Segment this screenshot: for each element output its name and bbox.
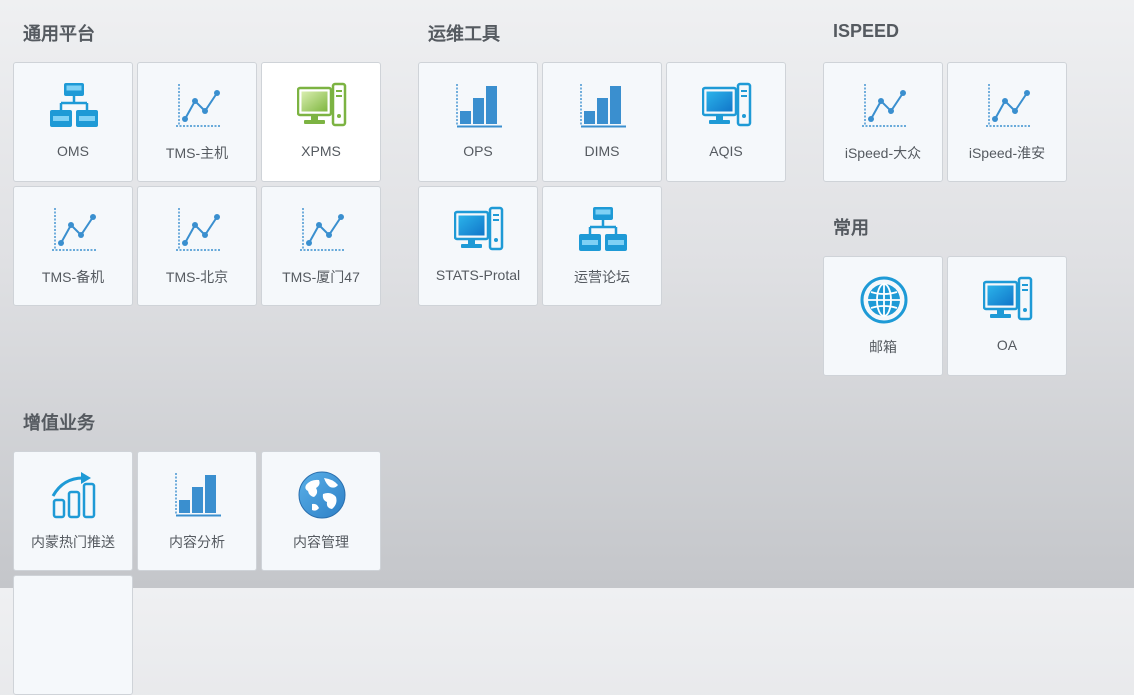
app-tile-label: TMS-主机	[165, 145, 229, 161]
app-tile-label: TMS-厦门47	[282, 269, 360, 285]
app-tile-mail[interactable]: 邮箱	[823, 256, 943, 376]
section-title-ops: 运维工具	[428, 24, 500, 44]
section-title-common: 常用	[833, 218, 869, 238]
desktop-computer-icon	[983, 275, 1033, 325]
desktop-computer-icon	[297, 81, 347, 131]
section-title-value-added: 增值业务	[23, 413, 95, 433]
bar-chart-icon	[173, 470, 223, 520]
desktop-computer-icon	[454, 205, 504, 255]
app-tile-label: OA	[996, 337, 1018, 353]
app-tile-label: STATS-Protal	[435, 267, 521, 283]
network-hierarchy-icon	[49, 81, 99, 131]
app-tile-aqis[interactable]: AQIS	[666, 62, 786, 182]
desktop-computer-icon	[702, 81, 752, 131]
app-tile-label: 内蒙热门推送	[31, 534, 115, 550]
line-chart-icon	[49, 205, 99, 255]
line-chart-icon	[297, 205, 347, 255]
section-title-general: 通用平台	[23, 24, 95, 44]
app-tile-label: iSpeed-大众	[844, 145, 922, 161]
app-tile-content-analysis[interactable]: 内容分析	[137, 451, 257, 571]
app-tile-label: OMS	[57, 143, 89, 159]
app-tile-tms-xiamen[interactable]: TMS-厦门47	[261, 186, 381, 306]
line-chart-icon	[173, 81, 223, 131]
line-chart-icon	[859, 81, 909, 131]
app-tile-hot-push[interactable]: 内蒙热门推送	[13, 451, 133, 571]
app-tile-ispeed-dazhong[interactable]: iSpeed-大众	[823, 62, 943, 182]
network-hierarchy-icon	[578, 205, 628, 255]
app-tile-ops[interactable]: OPS	[418, 62, 538, 182]
app-tile-xpms[interactable]: XPMS	[261, 62, 381, 182]
trending-up-icon	[49, 470, 99, 520]
app-tile-label: OPS	[463, 143, 493, 159]
app-tile-label: iSpeed-淮安	[968, 145, 1046, 161]
app-tile-content-management[interactable]: 内容管理	[261, 451, 381, 571]
line-chart-icon	[173, 205, 223, 255]
bar-chart-icon	[578, 81, 628, 131]
app-tile-tms-main[interactable]: TMS-主机	[137, 62, 257, 182]
app-tile-label: XPMS	[301, 143, 341, 159]
globe-icon	[859, 275, 909, 325]
app-tile-tms-beijing[interactable]: TMS-北京	[137, 186, 257, 306]
earth-icon	[297, 470, 347, 520]
app-tile-tms-backup[interactable]: TMS-备机	[13, 186, 133, 306]
app-tile-label: 内容分析	[169, 534, 225, 550]
bar-chart-icon	[454, 81, 504, 131]
line-chart-icon	[983, 81, 1033, 131]
app-tile-partial[interactable]	[13, 575, 133, 695]
app-tile-label: 运营论坛	[574, 269, 630, 285]
app-tile-label: TMS-备机	[41, 269, 105, 285]
app-tile-label: TMS-北京	[165, 269, 229, 285]
app-tile-label: DIMS	[584, 143, 620, 159]
app-tile-stats-protal[interactable]: STATS-Protal	[418, 186, 538, 306]
app-tile-oms[interactable]: OMS	[13, 62, 133, 182]
app-tile-label: 邮箱	[869, 339, 897, 355]
app-tile-label: AQIS	[709, 143, 743, 159]
section-title-ispeed: ISPEED	[833, 21, 900, 41]
app-tile-ops-forum[interactable]: 运营论坛	[542, 186, 662, 306]
app-tile-dims[interactable]: DIMS	[542, 62, 662, 182]
app-tile-label: 内容管理	[293, 534, 349, 550]
app-tile-ispeed-huaian[interactable]: iSpeed-淮安	[947, 62, 1067, 182]
app-tile-oa[interactable]: OA	[947, 256, 1067, 376]
